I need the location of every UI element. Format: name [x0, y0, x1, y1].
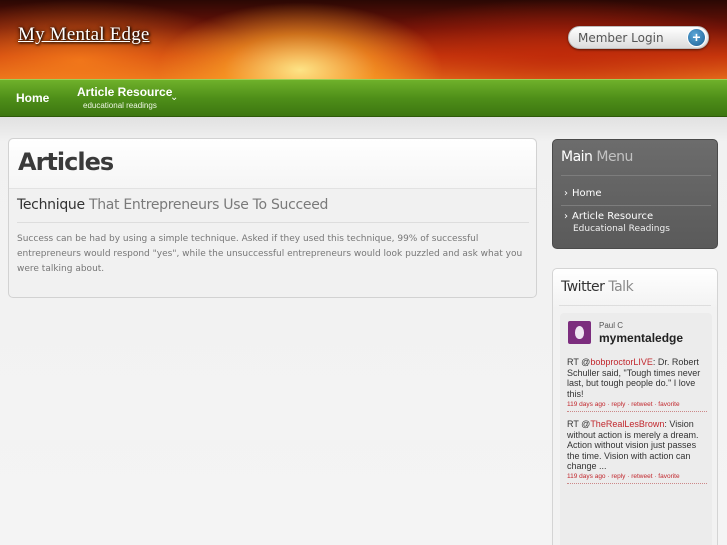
- tweet: RT @TheRealLesBrown: Vision without acti…: [567, 419, 707, 472]
- twitter-title-rest: Talk: [604, 279, 634, 295]
- main-menu-title: Main Menu: [561, 149, 633, 165]
- divider: [561, 205, 711, 206]
- tweet-meta[interactable]: 119 days ago · reply · retweet · favorit…: [567, 401, 680, 408]
- main-nav: Home Article Resource educational readin…: [0, 79, 727, 117]
- sidebar-item-article-resource-label: Article Resource: [572, 211, 654, 222]
- tweet-prefix: RT @: [567, 357, 591, 367]
- site-header: My Mental Edge Member Login +: [0, 0, 727, 80]
- tweet-separator: [567, 483, 707, 484]
- sidebar-item-article-resource-sub: Educational Readings: [573, 224, 670, 234]
- nav-item-home[interactable]: Home: [16, 91, 49, 105]
- site-logo[interactable]: My Mental Edge: [18, 24, 150, 46]
- chevron-right-icon: ›: [564, 211, 568, 222]
- sidebar-item-home[interactable]: › Home: [564, 188, 602, 199]
- nav-item-article-resource-label: Article Resource: [77, 85, 173, 99]
- tweet-prefix: RT @: [567, 419, 591, 429]
- tweet: RT @bobproctorLIVE: Dr. Robert Schuller …: [567, 357, 707, 399]
- chevron-down-icon[interactable]: ⌄: [170, 92, 178, 103]
- twitter-title-main: Twitter: [561, 279, 605, 295]
- tweet-separator: [567, 411, 707, 412]
- nav-item-article-resource-sub: educational readings: [83, 101, 157, 110]
- tweet-mention-link[interactable]: TheRealLesBrown: [590, 419, 664, 429]
- main-menu-title-rest: Menu: [592, 149, 633, 165]
- page-title: Articles: [18, 148, 114, 176]
- chevron-right-icon: ›: [564, 188, 568, 199]
- twitter-widget: Twitter Talk Paul C mymentaledge RT @bob…: [552, 268, 718, 545]
- main-menu-title-main: Main: [561, 149, 593, 165]
- article-title-rest: That Entrepreneurs Use To Succeed: [84, 197, 329, 213]
- nav-item-article-resource[interactable]: Article Resource educational readings: [77, 85, 172, 110]
- divider: [17, 222, 529, 223]
- twitter-feed: Paul C mymentaledge RT @bobproctorLIVE: …: [560, 313, 712, 545]
- twitter-user-name[interactable]: Paul C: [599, 321, 623, 330]
- twitter-handle[interactable]: mymentaledge: [599, 331, 683, 345]
- plus-circle-icon: +: [687, 28, 706, 47]
- avatar[interactable]: [568, 321, 591, 344]
- article-title-emphasis: Technique: [17, 197, 85, 213]
- article-title-link[interactable]: Technique That Entrepreneurs Use To Succ…: [17, 197, 328, 213]
- member-login-button[interactable]: Member Login +: [568, 26, 709, 49]
- twitter-title: Twitter Talk: [561, 279, 634, 295]
- member-login-label: Member Login: [578, 31, 664, 45]
- divider: [561, 175, 711, 176]
- tweet-mention-link[interactable]: bobproctorLIVE: [590, 357, 653, 367]
- sidebar-main-menu: Main Menu › Home › Article Resource Educat…: [552, 139, 718, 249]
- divider: [559, 305, 711, 306]
- tweet-meta[interactable]: 119 days ago · reply · retweet · favorit…: [567, 473, 680, 480]
- articles-panel: Articles Technique That Entrepreneurs Us…: [8, 138, 537, 298]
- sidebar-item-article-resource[interactable]: › Article Resource: [564, 211, 653, 222]
- egg-icon: [575, 326, 584, 339]
- sidebar-item-home-label: Home: [572, 188, 602, 199]
- article-excerpt: Success can be had by using a simple tec…: [17, 234, 523, 274]
